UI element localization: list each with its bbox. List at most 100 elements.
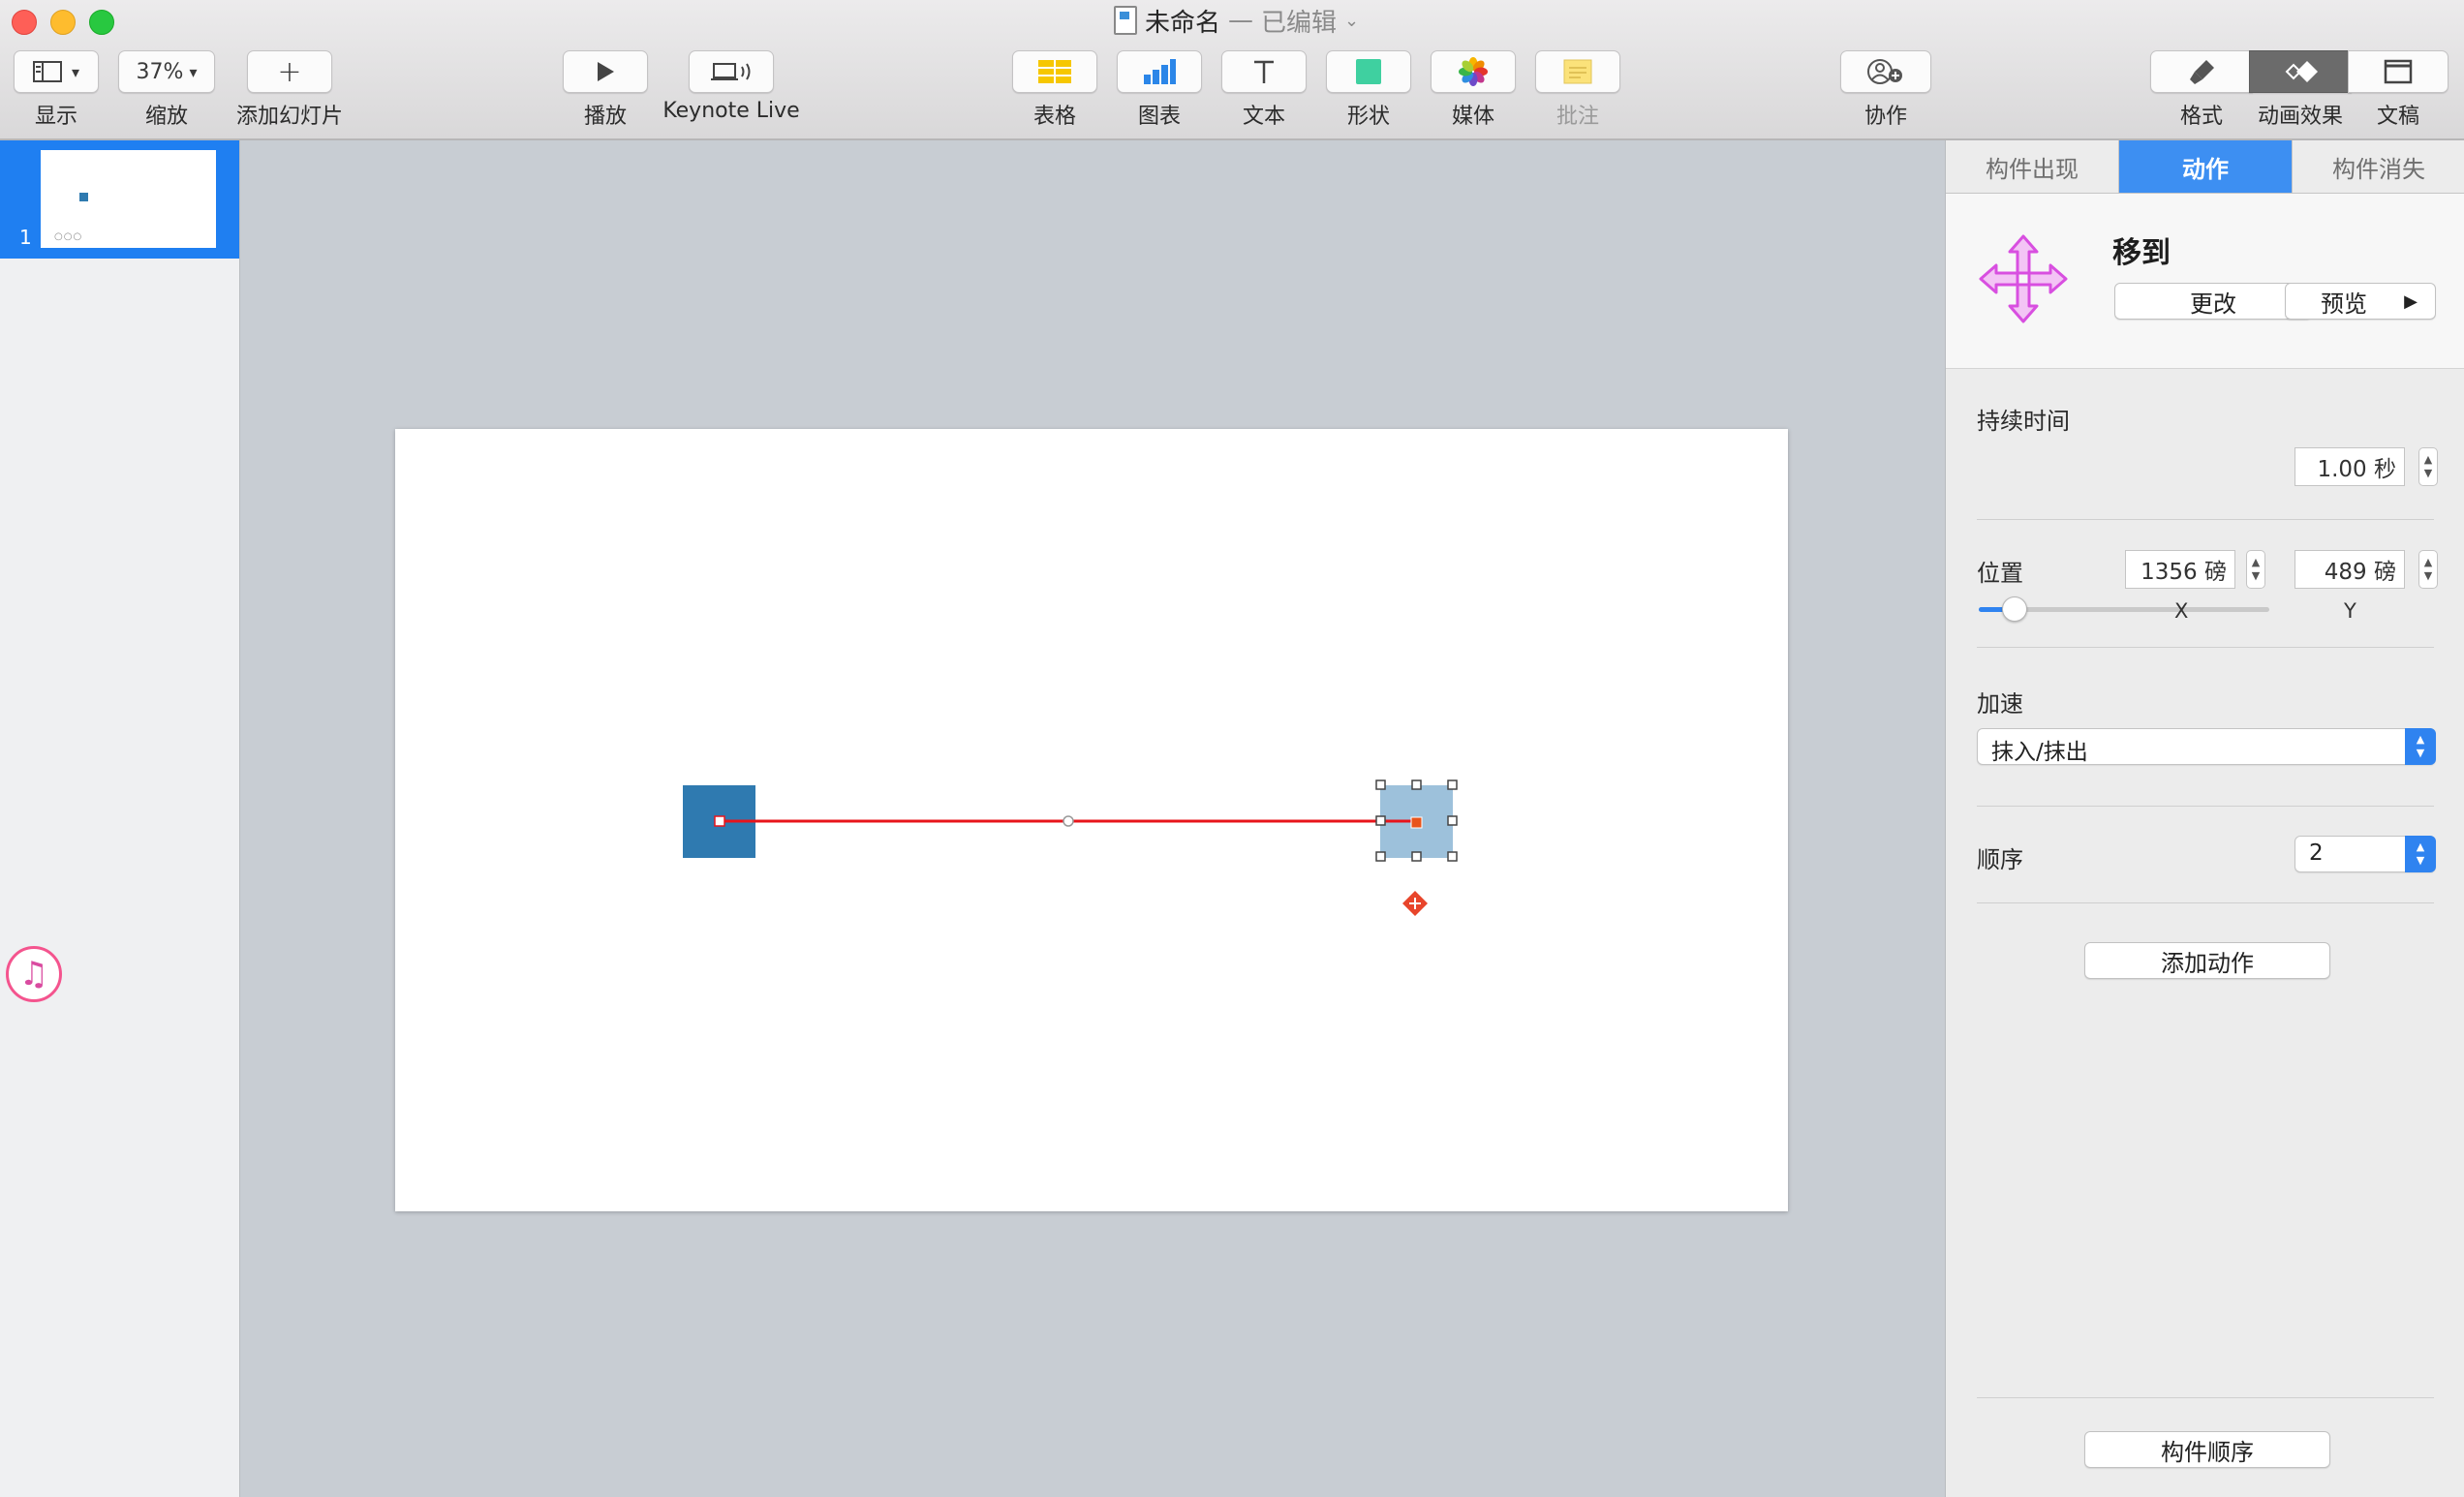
keynote-live-icon [711, 63, 751, 80]
path-start-point[interactable] [714, 815, 725, 827]
path-end-point[interactable] [1410, 816, 1423, 829]
animate-button[interactable] [2249, 50, 2352, 93]
table-control[interactable]: 表格 [1012, 50, 1097, 130]
add-slide-button[interactable]: + [247, 50, 332, 93]
divider [1977, 647, 2434, 648]
minimize-window-button[interactable] [50, 10, 76, 35]
shape-label: 形状 [1346, 105, 1390, 129]
comment-label: 批注 [1555, 105, 1599, 129]
table-label: 表格 [1032, 105, 1076, 129]
position-x-label: X [2174, 599, 2189, 623]
chart-button[interactable] [1117, 50, 1202, 93]
stepper-down-icon: ▼ [2251, 569, 2261, 582]
duration-slider[interactable] [1979, 596, 2269, 622]
chevron-down-icon: ▾ [71, 62, 80, 81]
duration-slider-knob[interactable] [2002, 596, 2027, 622]
chevron-down-icon: ⌄ [1344, 10, 1360, 31]
add-action-diamond-icon[interactable] [1402, 891, 1428, 916]
keynote-live-label: Keynote Live [662, 99, 800, 123]
divider [1977, 902, 2434, 903]
duration-field[interactable]: 1.00 秒 [2295, 447, 2405, 486]
view-button[interactable]: ▾ [14, 50, 99, 93]
collaborate-label: 协作 [1863, 105, 1907, 129]
title-separator: — [1228, 6, 1254, 35]
comment-button[interactable] [1535, 50, 1620, 93]
format-control[interactable]: 格式 [2150, 50, 2253, 130]
play-button[interactable] [563, 50, 648, 93]
chart-label: 图表 [1137, 105, 1181, 129]
build-order-button[interactable]: 构件顺序 [2084, 1431, 2330, 1468]
text-control[interactable]: 文本 [1221, 50, 1307, 130]
zoom-menu[interactable]: 37% ▾ 缩放 [118, 50, 215, 130]
view-menu[interactable]: ▾ 显示 [14, 50, 99, 130]
slide-canvas[interactable] [240, 140, 1945, 1497]
position-y-stepper[interactable]: ▲ ▼ [2418, 550, 2438, 589]
chart-control[interactable]: 图表 [1117, 50, 1202, 130]
order-popup[interactable]: 2 ▲ ▼ [2295, 836, 2436, 872]
add-action-label: 添加动作 [2161, 949, 2254, 977]
divider [1977, 519, 2434, 520]
zoom-button[interactable]: 37% ▾ [118, 50, 215, 93]
document-button[interactable] [2348, 50, 2449, 93]
collaborate-button[interactable] [1840, 50, 1931, 93]
acceleration-value: 抹入/抹出 [1991, 740, 2088, 765]
acceleration-popup[interactable]: 抹入/抹出 ▲ ▼ [1977, 728, 2436, 765]
tab-action[interactable]: 动作 [2119, 140, 2293, 193]
format-button[interactable] [2150, 50, 2253, 93]
popup-arrows-icon: ▲ ▼ [2405, 836, 2436, 872]
duration-label: 持续时间 [1977, 408, 2070, 435]
inspector-tabs: 构件出现 动作 构件消失 [1946, 140, 2464, 194]
media-control[interactable]: 媒体 [1431, 50, 1516, 130]
document-name: 未命名 [1145, 8, 1221, 38]
add-slide-label: 添加幻灯片 [235, 105, 343, 129]
shape-control[interactable]: 形状 [1326, 50, 1411, 130]
plus-icon: + [277, 54, 302, 89]
order-value: 2 [2309, 840, 2324, 866]
window-title[interactable]: 未命名 — 已编辑 ⌄ [1114, 4, 1360, 38]
position-label: 位置 [1977, 560, 2023, 587]
action-name: 移到 [2112, 236, 2171, 270]
add-person-icon [1867, 59, 1902, 84]
collaborate-control[interactable]: 协作 [1840, 50, 1931, 130]
build-indicator-dots: ○○○ [54, 231, 83, 242]
motion-path-layer [683, 779, 1458, 916]
slide-thumbnail[interactable]: ○○○ [41, 150, 216, 248]
media-label: 媒体 [1451, 105, 1494, 129]
path-midpoint-handle[interactable] [1063, 815, 1074, 827]
position-y-field[interactable]: 489 磅 [2295, 550, 2405, 589]
tab-build-in[interactable]: 构件出现 [1946, 140, 2119, 193]
music-icon[interactable]: ♫ [6, 946, 62, 1002]
play-control[interactable]: 播放 [563, 50, 648, 130]
slide-navigator: 1 ○○○ ♫ [0, 140, 240, 1497]
preview-button[interactable]: 预览 ▶ [2285, 283, 2436, 320]
stepper-up-icon: ▲ [2423, 453, 2433, 466]
text-button[interactable] [1221, 50, 1307, 93]
document-control[interactable]: 文稿 [2348, 50, 2449, 130]
stepper-up-icon: ▲ [2251, 556, 2261, 568]
popup-arrows-icon: ▲ ▼ [2405, 728, 2436, 765]
sticky-note-icon [1563, 59, 1592, 84]
maximize-window-button[interactable] [89, 10, 114, 35]
animate-control[interactable]: 动画效果 [2249, 50, 2352, 130]
divider [1977, 806, 2434, 807]
comment-control[interactable]: 批注 [1535, 50, 1620, 130]
zoom-label: 缩放 [144, 105, 188, 129]
table-button[interactable] [1012, 50, 1097, 93]
keynote-document-icon [1114, 6, 1137, 35]
keynote-live-button[interactable] [689, 50, 774, 93]
position-x-stepper[interactable]: ▲ ▼ [2246, 550, 2265, 589]
close-window-button[interactable] [12, 10, 37, 35]
position-x-field[interactable]: 1356 磅 [2125, 550, 2235, 589]
tab-build-out[interactable]: 构件消失 [2293, 140, 2464, 193]
shape-button[interactable] [1326, 50, 1411, 93]
stepper-down-icon: ▼ [2423, 467, 2433, 479]
add-slide-control[interactable]: + 添加幻灯片 [229, 50, 351, 130]
media-button[interactable] [1431, 50, 1516, 93]
slide[interactable] [395, 429, 1788, 1211]
slide-number: 1 [19, 226, 32, 249]
duration-stepper[interactable]: ▲ ▼ [2418, 447, 2438, 486]
keynote-live-control[interactable]: Keynote Live [659, 50, 804, 123]
add-action-button[interactable]: 添加动作 [2084, 942, 2330, 979]
slide-thumbnail-row[interactable]: 1 ○○○ [0, 140, 239, 259]
change-action-button[interactable]: 更改 [2114, 283, 2312, 320]
